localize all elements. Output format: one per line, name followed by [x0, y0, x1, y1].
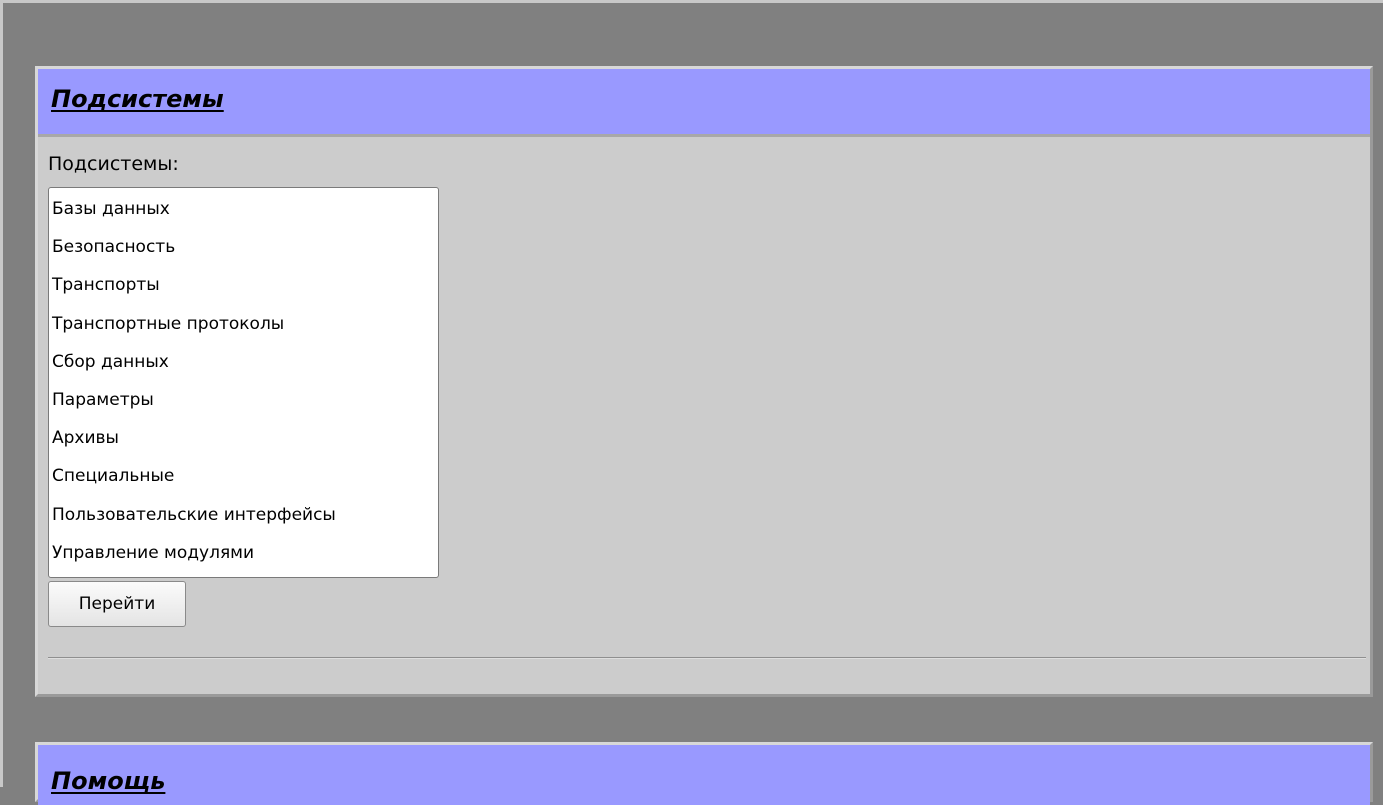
page: Подсистемы Подсистемы: Базы данных Безоп… — [0, 0, 1383, 805]
help-panel: Помощь — [35, 742, 1373, 805]
goto-button[interactable]: Перейти — [48, 581, 186, 627]
list-item[interactable]: Базы данных — [49, 190, 438, 228]
list-item[interactable]: Архивы — [49, 419, 438, 457]
list-item[interactable]: Параметры — [49, 381, 438, 419]
subsystems-listbox[interactable]: Базы данных Безопасность Транспорты Тран… — [48, 187, 439, 578]
subsystems-title-link[interactable]: Подсистемы — [51, 85, 224, 113]
help-panel-header: Помощь — [38, 745, 1370, 805]
list-item[interactable]: Пользовательские интерфейсы — [49, 496, 438, 534]
subsystems-panel: Подсистемы Подсистемы: Базы данных Безоп… — [35, 66, 1373, 697]
list-item[interactable]: Сбор данных — [49, 343, 438, 381]
list-item[interactable]: Управление модулями — [49, 534, 438, 572]
separator — [48, 657, 1366, 659]
subsystems-panel-header: Подсистемы — [38, 69, 1370, 137]
help-title-link[interactable]: Помощь — [51, 767, 165, 795]
subsystems-list-label: Подсистемы: — [48, 153, 179, 175]
list-item[interactable]: Транспортные протоколы — [49, 305, 438, 343]
list-item[interactable]: Транспорты — [49, 266, 438, 304]
list-item[interactable]: Специальные — [49, 457, 438, 495]
list-item[interactable]: Безопасность — [49, 228, 438, 266]
